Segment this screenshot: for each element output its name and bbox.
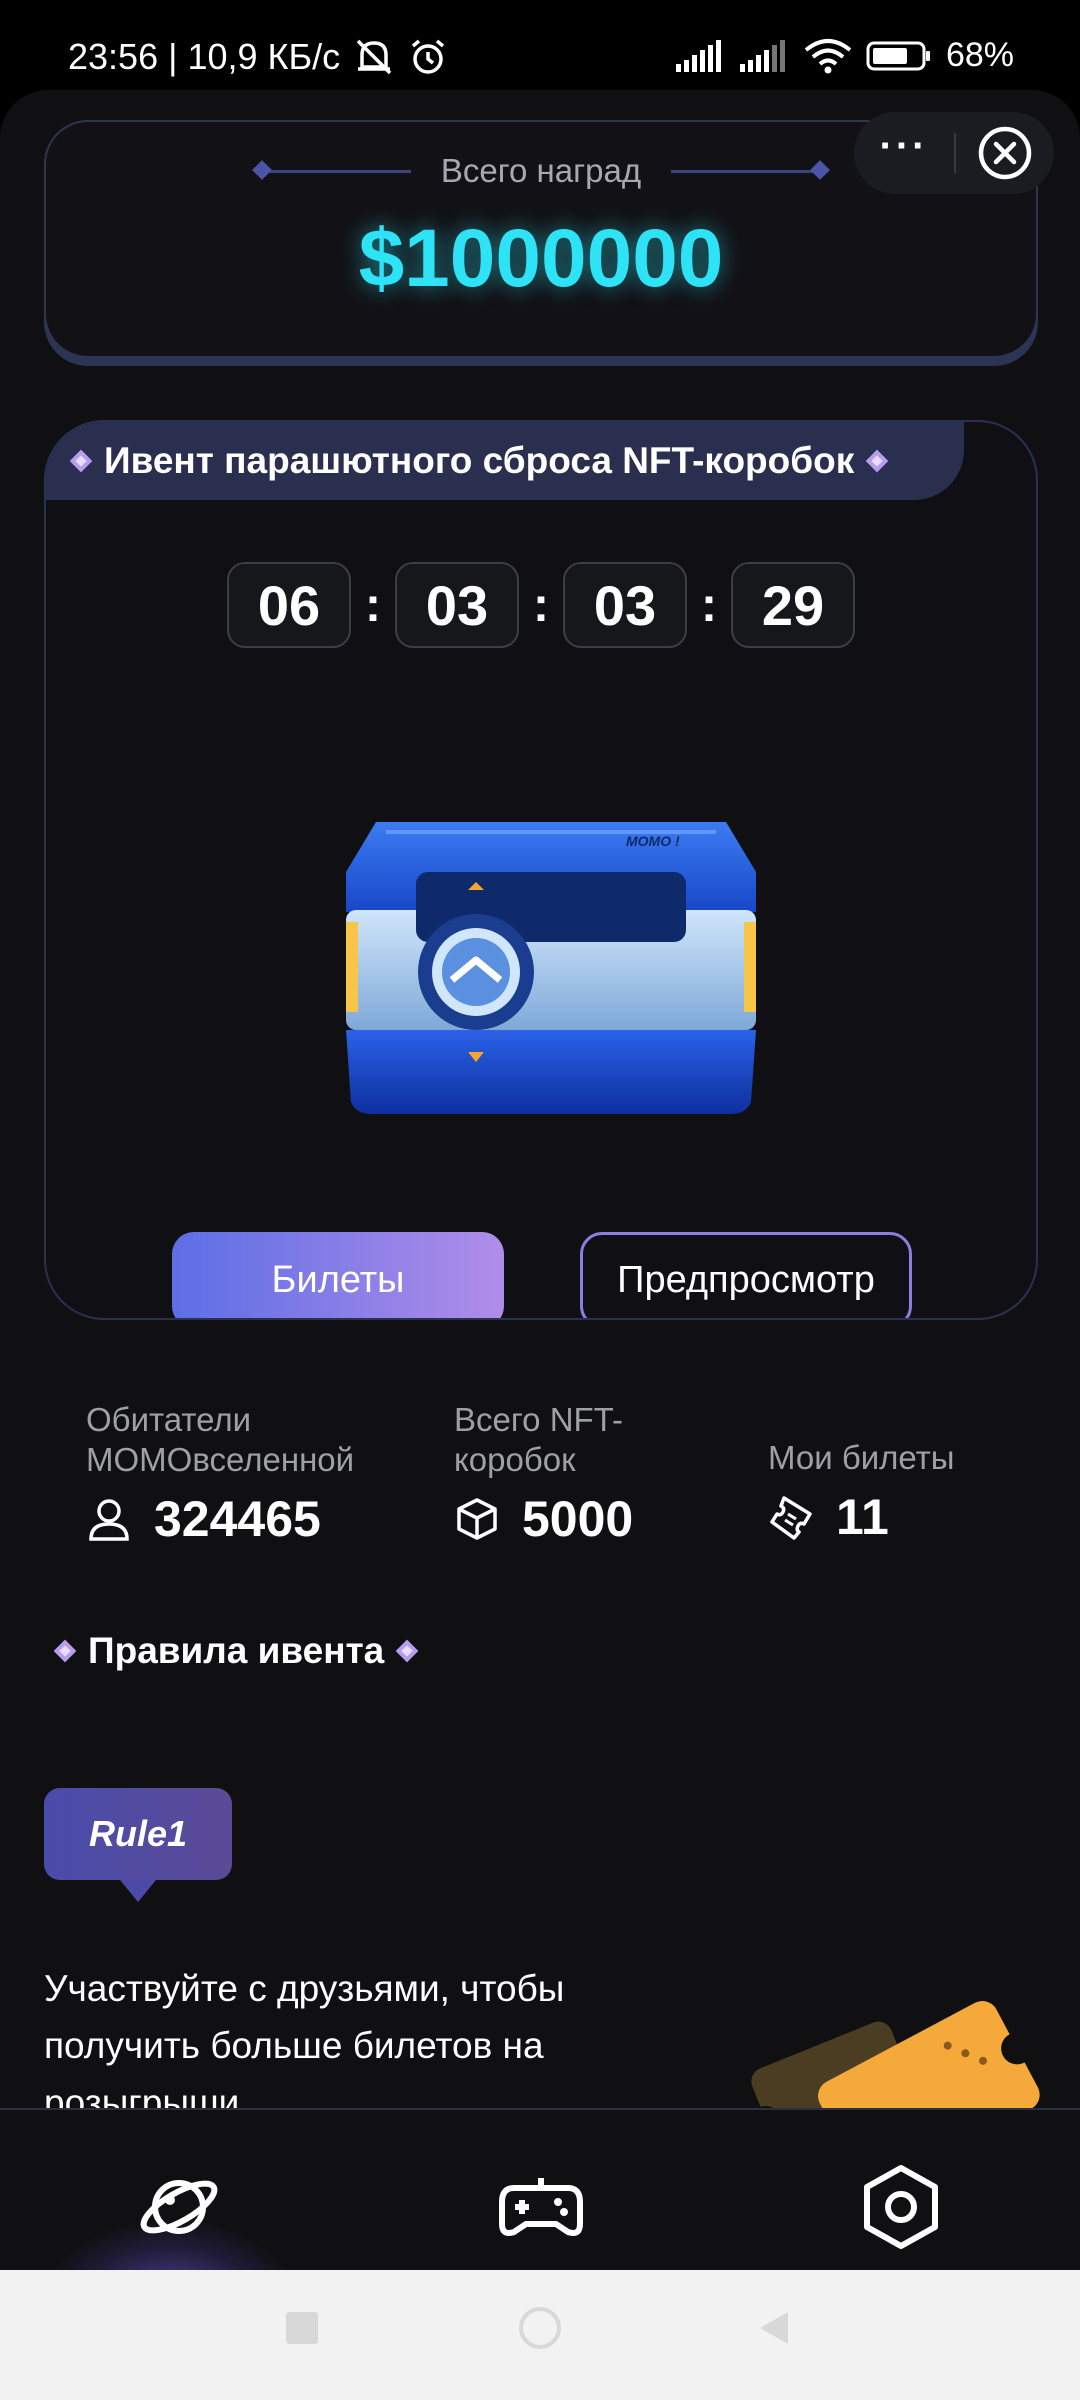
stat-value: 11 xyxy=(836,1489,889,1545)
countdown-timer: 06 : 03 : 03 : 29 xyxy=(46,562,1036,648)
status-bar: 23:56 | 10,9 КБ/с 68% xyxy=(0,0,1080,100)
mini-app-capsule: ··· xyxy=(854,112,1054,194)
timer-separator: : xyxy=(533,578,549,632)
back-icon[interactable] xyxy=(756,2310,792,2351)
timer-seconds: 29 xyxy=(731,562,855,648)
battery-icon xyxy=(866,40,932,72)
stat-my-tickets: Мои билеты 11 xyxy=(768,1438,1028,1546)
svg-text:MOMO !: MOMO ! xyxy=(626,833,680,849)
signal-icon xyxy=(739,39,790,72)
rules-title: Правила ивента xyxy=(88,1630,385,1671)
battery-percent: 68% xyxy=(945,36,1014,74)
stat-value: 324465 xyxy=(154,1491,321,1547)
cube-icon xyxy=(457,1498,497,1540)
preview-button[interactable]: Предпросмотр xyxy=(580,1232,912,1318)
event-card: Ивент парашютного сброса NFT-коробок 06 … xyxy=(44,420,1038,1320)
timer-minutes: 03 xyxy=(563,562,687,648)
diamond-icon xyxy=(865,449,889,473)
ticket-icon xyxy=(770,1496,812,1540)
stat-residents: Обитатели МОМОвселенной 324465 xyxy=(86,1400,406,1548)
recent-apps-icon[interactable] xyxy=(284,2310,320,2351)
timer-days: 06 xyxy=(227,562,351,648)
diamond-icon xyxy=(395,1639,419,1663)
status-time: 23:56 | 10,9 КБ/с xyxy=(68,36,341,77)
rule-text: Участвуйте с друзьями, чтобы получить бо… xyxy=(44,1968,565,2123)
tickets-button[interactable]: Билеты xyxy=(172,1232,504,1318)
close-circle-icon[interactable] xyxy=(956,125,1054,181)
stat-label: Обитатели МОМОвселенной xyxy=(86,1401,355,1478)
alarm-icon xyxy=(408,37,448,77)
event-title-tab: Ивент парашютного сброса NFT-коробок xyxy=(46,422,964,500)
stat-label: Всего NFT-коробок xyxy=(454,1401,624,1478)
system-nav-bar xyxy=(0,2270,1080,2400)
diamond-icon xyxy=(53,1639,77,1663)
settings-icon[interactable] xyxy=(856,2162,946,2252)
timer-hours: 03 xyxy=(395,562,519,648)
more-dots-icon[interactable]: ··· xyxy=(854,126,954,166)
diamond-icon xyxy=(69,449,93,473)
rules-heading: Правила ивента xyxy=(52,1630,420,1672)
event-title: Ивент парашютного сброса NFT-коробок xyxy=(104,440,855,481)
home-icon[interactable] xyxy=(518,2306,562,2355)
planet-icon[interactable] xyxy=(134,2162,224,2252)
app-container: Всего наград $1000000 ··· Ивент парашютн… xyxy=(0,90,1080,2270)
muted-bell-icon xyxy=(352,37,396,77)
stat-boxes: Всего NFT-коробок 5000 xyxy=(454,1400,674,1548)
rule-badge: Rule1 xyxy=(44,1788,232,1902)
wifi-icon xyxy=(804,38,852,74)
user-icon xyxy=(89,1499,129,1541)
decor-line xyxy=(671,169,822,173)
bottom-nav xyxy=(0,2108,1080,2400)
stat-value: 5000 xyxy=(522,1491,634,1547)
prize-amount: $1000000 xyxy=(358,213,724,304)
timer-separator: : xyxy=(365,578,381,632)
prize-label: Всего наград xyxy=(440,152,642,189)
signal-icon xyxy=(675,39,726,72)
stat-label: Мои билеты xyxy=(768,1439,955,1476)
timer-separator: : xyxy=(701,578,717,632)
decor-line xyxy=(260,169,411,173)
gamepad-icon[interactable] xyxy=(496,2162,586,2252)
nft-chest-image: MOMO ! xyxy=(346,822,756,1114)
stats-row: Обитатели МОМОвселенной 324465 Всего NFT… xyxy=(0,1400,1080,1600)
